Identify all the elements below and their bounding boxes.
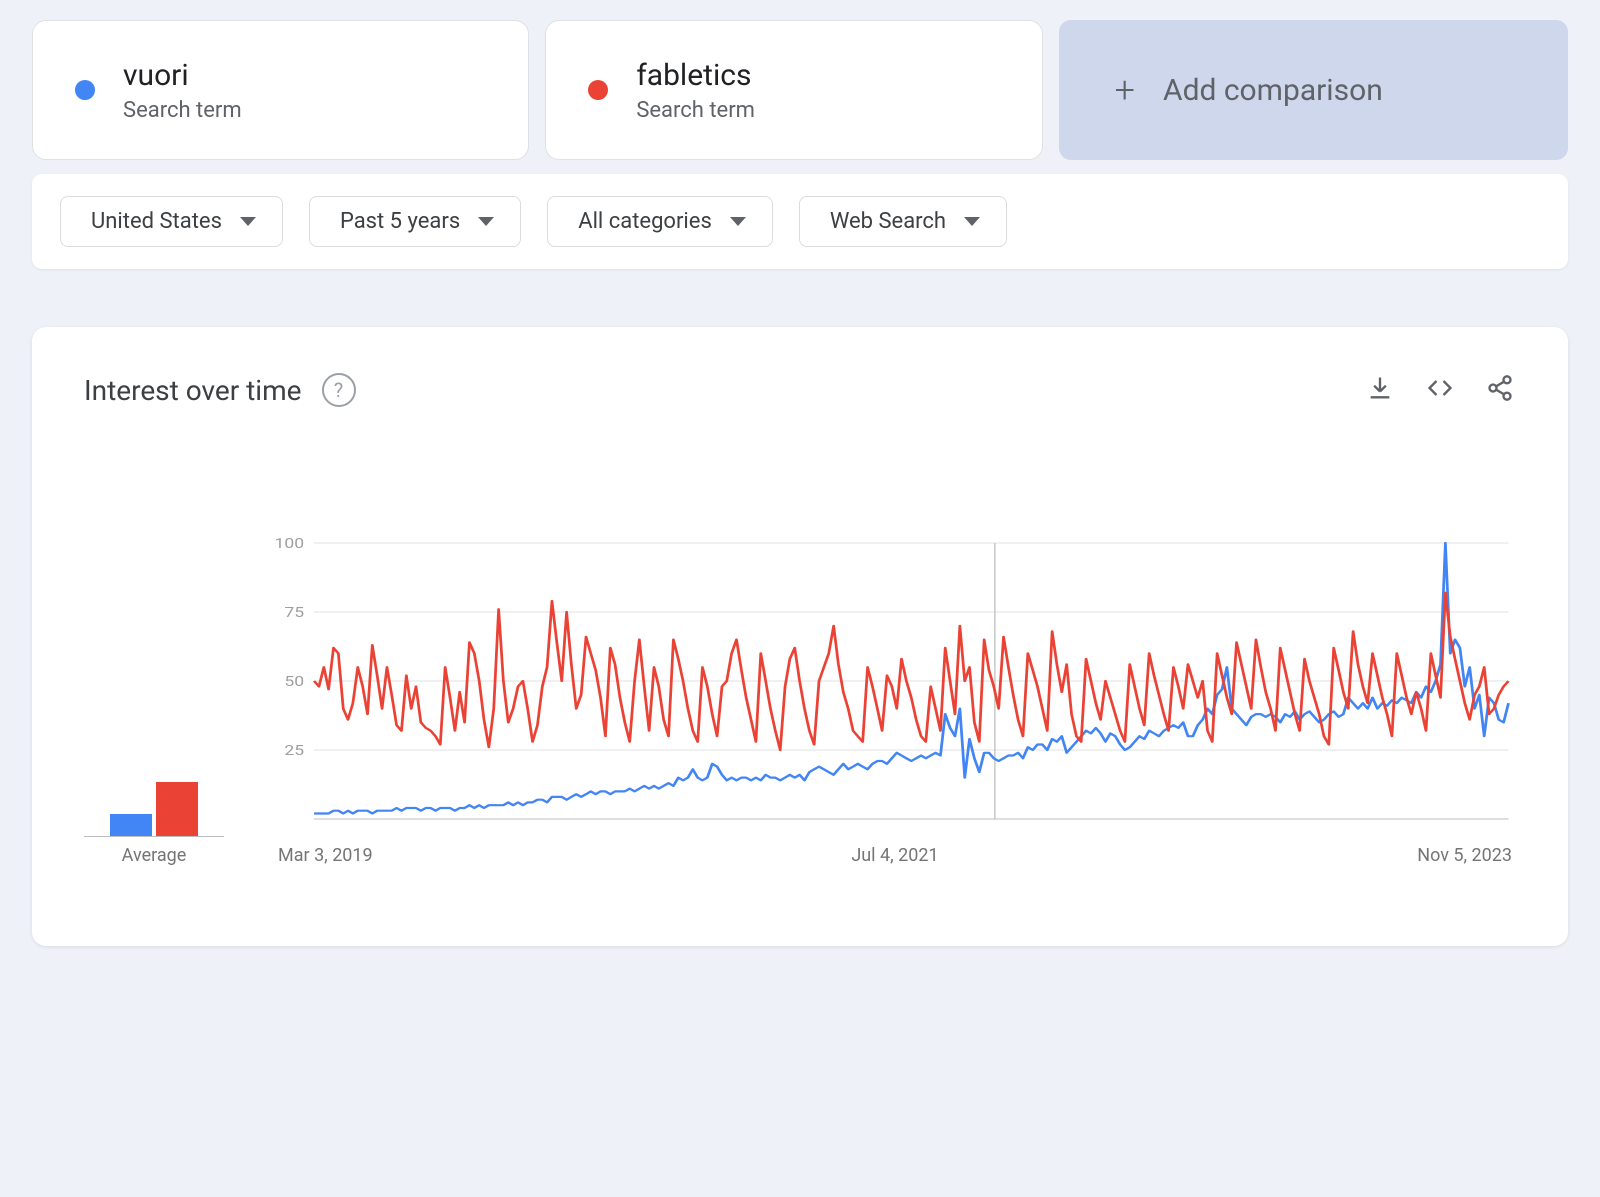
line-chart[interactable]: 25 50 75 100 Mar 3, 2019 Jul 4, 2021 Nov 5,… bbox=[264, 537, 1516, 866]
term-type-2: Search term bbox=[636, 98, 755, 123]
x-tick-0: Mar 3, 2019 bbox=[278, 845, 373, 866]
compare-term-2[interactable]: fabletics Search term bbox=[545, 20, 1042, 160]
svg-text:75: 75 bbox=[284, 604, 304, 621]
plus-icon: + bbox=[1115, 72, 1135, 108]
chevron-down-icon bbox=[240, 217, 256, 226]
svg-text:100: 100 bbox=[275, 537, 305, 552]
x-tick-2: Nov 5, 2023 bbox=[1417, 845, 1512, 866]
filter-geo[interactable]: United States bbox=[60, 196, 283, 247]
chevron-down-icon bbox=[730, 217, 746, 226]
avg-bar-series2 bbox=[156, 782, 198, 836]
add-comparison-button[interactable]: + Add comparison bbox=[1059, 20, 1568, 160]
embed-icon[interactable] bbox=[1426, 374, 1456, 406]
add-comparison-label: Add comparison bbox=[1163, 73, 1383, 108]
compare-row: vuori Search term fabletics Search term … bbox=[32, 20, 1568, 160]
svg-text:25: 25 bbox=[284, 742, 304, 759]
chevron-down-icon bbox=[964, 217, 980, 226]
chevron-down-icon bbox=[478, 217, 494, 226]
term-name-2: fabletics bbox=[636, 58, 755, 94]
series-dot-2 bbox=[588, 80, 608, 100]
download-icon[interactable] bbox=[1366, 374, 1396, 406]
filter-category[interactable]: All categories bbox=[547, 196, 773, 247]
term-name-1: vuori bbox=[123, 58, 242, 94]
compare-term-1[interactable]: vuori Search term bbox=[32, 20, 529, 160]
avg-bar-series1 bbox=[110, 814, 152, 836]
filter-time[interactable]: Past 5 years bbox=[309, 196, 521, 247]
series-dot-1 bbox=[75, 80, 95, 100]
x-tick-1: Jul 4, 2021 bbox=[851, 845, 938, 866]
filter-bar: United States Past 5 years All categorie… bbox=[32, 174, 1568, 269]
help-icon[interactable]: ? bbox=[322, 373, 356, 407]
average-label: Average bbox=[84, 845, 224, 866]
filter-geo-label: United States bbox=[91, 209, 222, 234]
term-type-1: Search term bbox=[123, 98, 242, 123]
filter-category-label: All categories bbox=[578, 209, 712, 234]
share-icon[interactable] bbox=[1486, 374, 1516, 406]
average-block: Average bbox=[84, 716, 224, 866]
filter-property-label: Web Search bbox=[830, 209, 946, 234]
filter-time-label: Past 5 years bbox=[340, 209, 460, 234]
svg-text:50: 50 bbox=[284, 673, 304, 690]
card-title: Interest over time bbox=[84, 374, 302, 407]
filter-property[interactable]: Web Search bbox=[799, 196, 1007, 247]
interest-card: Interest over time ? bbox=[32, 327, 1568, 946]
